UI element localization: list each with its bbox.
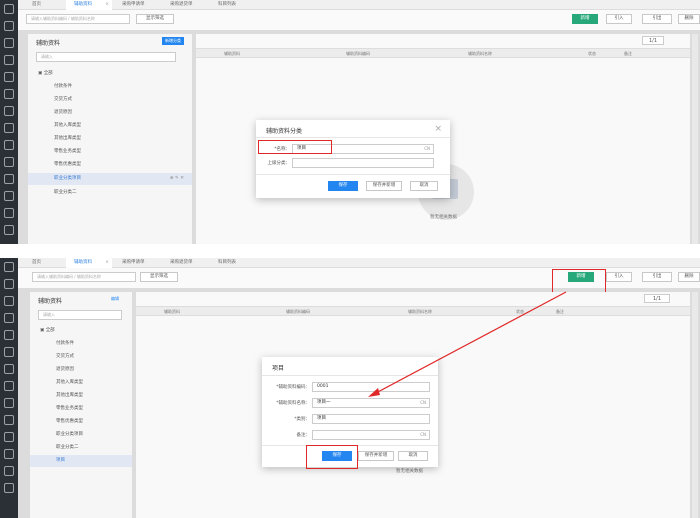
category-tree: 辅助资料 新增分类 请输入 ▣ 全部 付款条件 交货方式 退货原因 其他入库类型… (28, 34, 192, 244)
arrow-line (373, 291, 567, 395)
top-screenshot: 首页 辅助资料 × 采购申请单 采购退货单 科目列表 请输入辅助资料编码 / 辅助… (0, 0, 700, 244)
chart-icon[interactable] (4, 21, 14, 31)
filter-button[interactable]: 显示筛选 (136, 14, 174, 24)
tree-search-input[interactable]: 请输入 (36, 52, 176, 62)
save-button[interactable]: 保存 (328, 181, 358, 191)
empty-text: 暂无相关数据 (430, 215, 457, 220)
tree-node[interactable]: 付款条件 (28, 81, 192, 93)
tab-account-list[interactable]: 科目列表 (210, 0, 256, 10)
col-header: 辅助资料名称 (468, 51, 492, 56)
category-dialog: 辅助资料分类 × *名称： 项目 CN 上级分类： 保存 保存并新增 取消 (256, 120, 450, 198)
layers-icon[interactable] (4, 174, 14, 184)
parent-input[interactable] (292, 158, 434, 168)
cart-icon[interactable] (4, 4, 14, 14)
tree-node[interactable]: 职业分类二 (28, 187, 192, 199)
tab-home[interactable]: 首页 (24, 0, 64, 10)
toolbar: 请输入辅助资料编码 / 辅助资料名称 显示筛选 新增 引入 引出 删除 (18, 10, 700, 30)
language-cn-icon[interactable]: CN (424, 145, 430, 153)
add-category-button[interactable]: 新增分类 (162, 37, 184, 45)
tree-node[interactable]: 交货方式 (28, 94, 192, 106)
terminal-icon[interactable] (4, 140, 14, 150)
dialog-title: 辅助资料分类 (266, 128, 303, 135)
tree-node[interactable]: 零售优惠类型 (28, 159, 192, 171)
bottom-screenshot: 首页 辅助资料 × 采购申请单 采购退货单 科目列表 请输入辅助资料编码 / 辅助… (0, 258, 700, 518)
gear-icon[interactable] (4, 191, 14, 201)
tree-root[interactable]: ▣ 全部 (28, 68, 192, 80)
yen-icon[interactable] (4, 106, 14, 116)
scrollbar[interactable] (692, 34, 698, 244)
col-header: 辅助资料编码 (346, 51, 370, 56)
tab-aux[interactable]: 辅助资料 × (66, 0, 112, 10)
col-header: 状态 (588, 51, 596, 56)
tree-node[interactable]: 其他入库类型 (28, 120, 192, 132)
tab-purchase-request[interactable]: 采购申请单 (114, 0, 160, 10)
bag-icon[interactable] (4, 38, 14, 48)
tree-node-selected[interactable]: 职业分类项目 ⊕ ✎ ✕ (28, 173, 192, 185)
tab-bar: 首页 辅助资料 × 采购申请单 采购退货单 科目列表 (18, 0, 700, 10)
node-actions-icon[interactable]: ⊕ ✎ ✕ (170, 173, 184, 185)
divider (256, 174, 450, 175)
search-input[interactable]: 请输入辅助资料编码 / 辅助资料名称 (26, 14, 130, 24)
tree-node[interactable]: 其他出库类型 (28, 133, 192, 145)
cube-icon[interactable] (4, 89, 14, 99)
divider (256, 137, 450, 138)
parent-label: 上级分类： (267, 161, 291, 166)
add-button[interactable]: 新增 (572, 14, 598, 24)
pager[interactable]: 1/1 (642, 36, 664, 45)
app-sidebar (0, 0, 18, 244)
report-icon[interactable] (4, 157, 14, 167)
box-icon[interactable] (4, 55, 14, 65)
delete-button[interactable]: 删除 (678, 14, 700, 24)
message-icon[interactable] (4, 225, 14, 235)
apps-icon[interactable] (4, 208, 14, 218)
col-header: 辅助资料 (224, 51, 240, 56)
arrow-head (368, 388, 380, 397)
close-icon[interactable]: × (105, 0, 109, 10)
monitor-icon[interactable] (4, 123, 14, 133)
col-header: 备注 (624, 51, 632, 56)
grid-header: 辅助资料 辅助资料编码 辅助资料名称 状态 备注 (196, 48, 690, 58)
tree-node[interactable]: 零售业务类型 (28, 146, 192, 158)
cancel-button[interactable]: 取消 (410, 181, 438, 191)
highlight-name-field (258, 140, 332, 154)
tab-purchase-return[interactable]: 采购退货单 (162, 0, 208, 10)
home-icon[interactable] (4, 72, 14, 82)
tree-node[interactable]: 退货原因 (28, 107, 192, 119)
import-button[interactable]: 引入 (606, 14, 632, 24)
red-arrow (368, 291, 567, 397)
export-button[interactable]: 引出 (642, 14, 672, 24)
tree-title: 辅助资料 (36, 40, 61, 47)
close-icon[interactable]: × (434, 124, 442, 134)
save-and-new-button[interactable]: 保存并新增 (366, 181, 402, 191)
